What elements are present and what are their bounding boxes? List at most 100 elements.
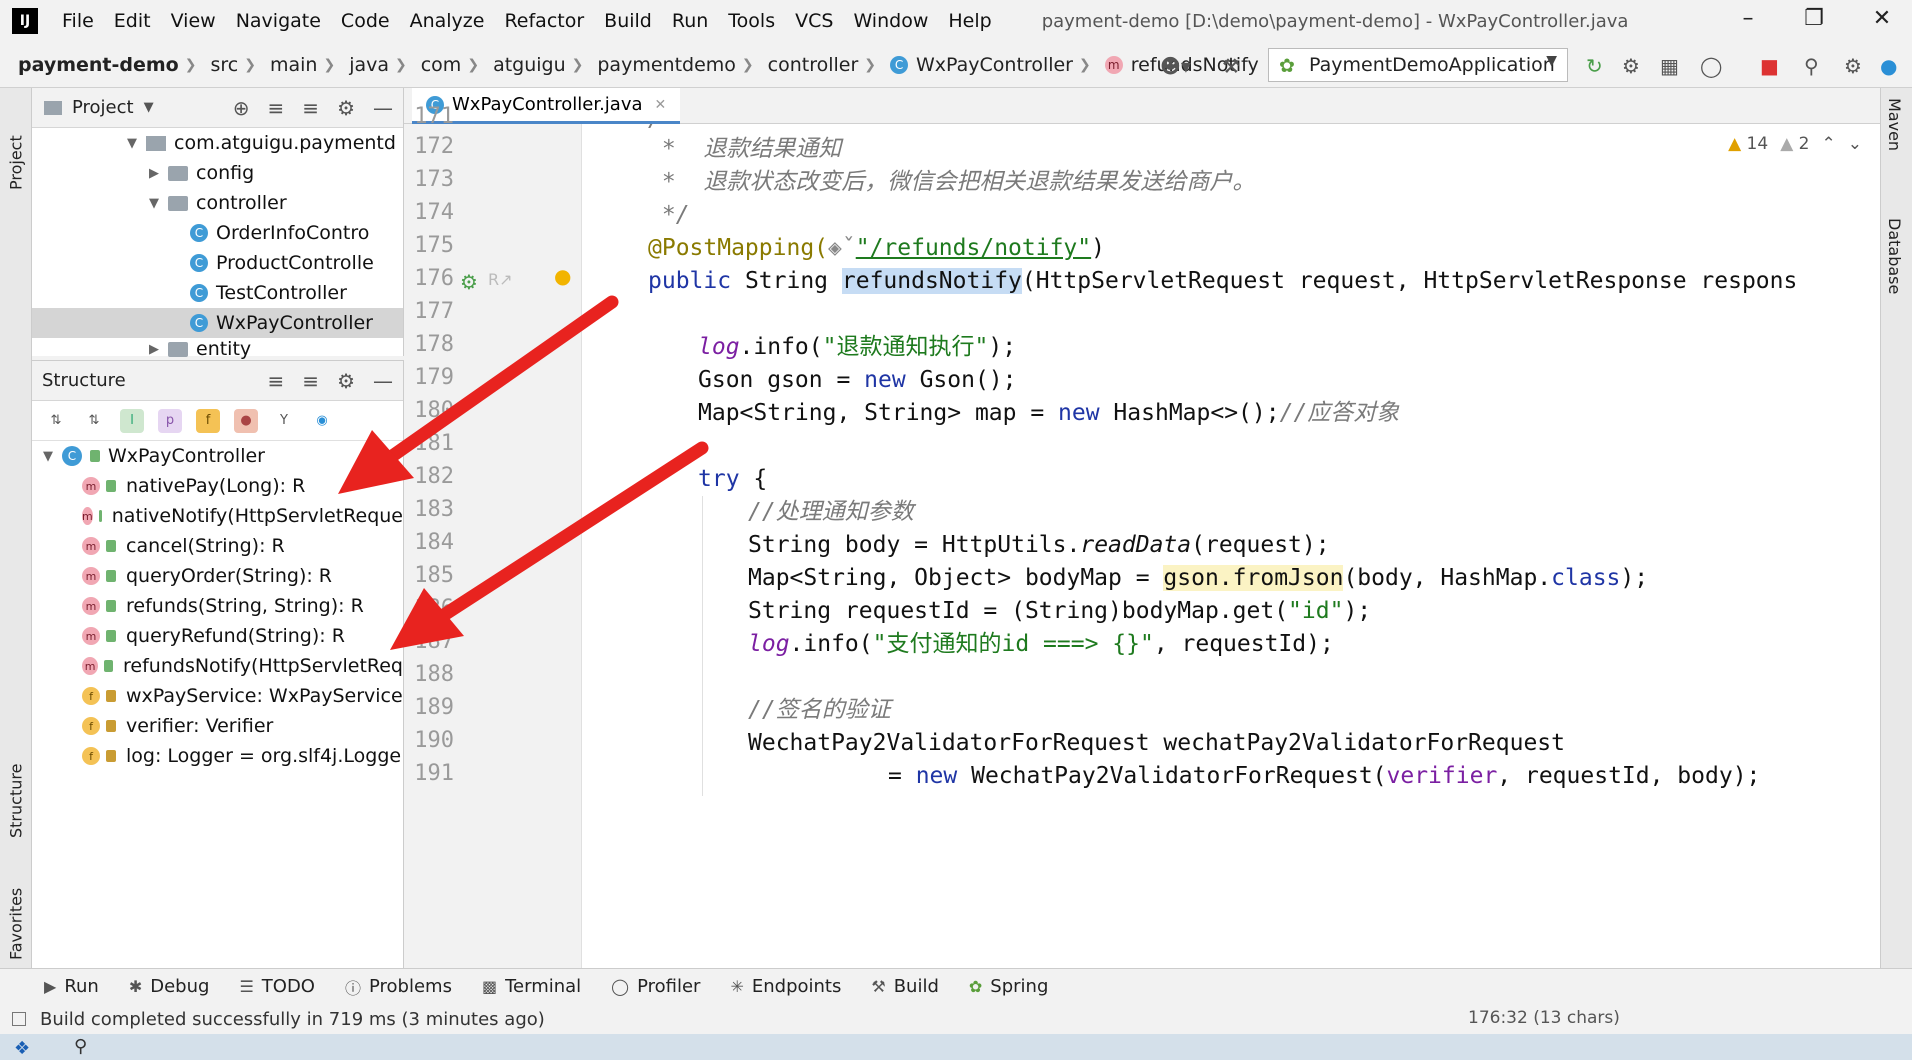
- run-configuration-select[interactable]: ✿ PaymentDemoApplication ▼: [1268, 48, 1568, 82]
- sort-by-visibility-icon[interactable]: ⇅: [44, 409, 68, 433]
- chevron-down-icon[interactable]: ▼: [144, 100, 154, 115]
- inspection-widget[interactable]: ▲ 14 ▲ 2 ⌃ ⌄: [1728, 134, 1862, 154]
- intention-bulb-icon[interactable]: ●: [554, 264, 571, 288]
- structure-root[interactable]: ▼ C WxPayController: [32, 441, 403, 471]
- settings-icon[interactable]: ⚙: [1844, 54, 1862, 78]
- menu-refactor[interactable]: Refactor: [494, 10, 594, 32]
- maven-tool-tab[interactable]: Maven: [1885, 98, 1904, 151]
- collapse-all-icon[interactable]: ≡: [302, 96, 319, 120]
- caret-position[interactable]: 176:32 (13 chars): [1468, 1008, 1620, 1028]
- menu-code[interactable]: Code: [331, 10, 400, 32]
- expand-all-icon[interactable]: ≡: [268, 96, 285, 120]
- previous-highlight-icon[interactable]: ⌃: [1822, 134, 1836, 154]
- menu-tools[interactable]: Tools: [718, 10, 785, 32]
- search-icon[interactable]: ⚲: [1804, 54, 1819, 78]
- search-icon[interactable]: ⚲: [74, 1036, 87, 1057]
- structure-member[interactable]: m refundsNotify(HttpServletReq: [32, 651, 403, 681]
- breadcrumb-java[interactable]: java ❯: [339, 54, 411, 76]
- structure-member[interactable]: m cancel(String): R: [32, 531, 403, 561]
- locate-icon[interactable]: ⊕: [233, 96, 250, 120]
- warnings-count[interactable]: ▲ 14: [1728, 134, 1768, 154]
- endpoints-tool-button[interactable]: ✳ Endpoints: [730, 976, 841, 997]
- breadcrumb-src[interactable]: src ❯: [200, 54, 259, 76]
- build-tool-button[interactable]: ⚒ Build: [871, 976, 939, 997]
- menu-file[interactable]: File: [52, 10, 104, 32]
- tree-item-orderinfo-controller[interactable]: C OrderInfoContro: [32, 218, 403, 248]
- minimize-icon[interactable]: –: [1728, 6, 1768, 31]
- close-window-icon[interactable]: ✕: [1862, 6, 1902, 31]
- tree-item-test-controller[interactable]: C TestController: [32, 278, 403, 308]
- show-lambdas-icon[interactable]: Y: [272, 409, 296, 433]
- globe-icon[interactable]: ◈ˇ: [828, 235, 856, 261]
- menu-run[interactable]: Run: [662, 10, 718, 32]
- structure-member[interactable]: f wxPayService: WxPayService: [32, 681, 403, 711]
- structure-member[interactable]: m queryRefund(String): R: [32, 621, 403, 651]
- run-tool-button[interactable]: ▶ Run: [44, 976, 99, 997]
- structure-member[interactable]: f log: Logger = org.slf4j.Logge: [32, 741, 403, 771]
- menu-help[interactable]: Help: [938, 10, 1001, 32]
- todo-tool-button[interactable]: ☰ TODO: [239, 976, 315, 997]
- show-inherited-icon[interactable]: I: [120, 408, 144, 433]
- menu-analyze[interactable]: Analyze: [400, 10, 495, 32]
- database-tool-tab[interactable]: Database: [1885, 218, 1904, 294]
- structure-member[interactable]: m queryOrder(String): R: [32, 561, 403, 591]
- menu-window[interactable]: Window: [843, 10, 938, 32]
- hide-icon[interactable]: —: [373, 96, 393, 120]
- breadcrumb-controller[interactable]: controller ❯: [758, 54, 880, 76]
- profiler-tool-button[interactable]: ◯ Profiler: [611, 976, 700, 997]
- project-panel-title[interactable]: Project: [72, 97, 134, 118]
- windows-start-icon[interactable]: ❖: [14, 1038, 30, 1059]
- request-mapping-gutter-icon[interactable]: R↗: [488, 270, 513, 289]
- hammer-icon[interactable]: ⚒: [1222, 54, 1240, 78]
- menu-view[interactable]: View: [161, 10, 226, 32]
- show-anonymous-icon[interactable]: ◉: [310, 409, 334, 433]
- structure-member[interactable]: m nativePay(Long): R: [32, 471, 403, 501]
- structure-tool-tab[interactable]: Structure: [2, 728, 30, 838]
- problems-tool-button[interactable]: ⓘ Problems: [345, 975, 452, 999]
- tree-item-package[interactable]: ▼ com.atguigu.paymentd: [32, 128, 403, 158]
- tree-item-config[interactable]: ▶ config: [32, 158, 403, 188]
- code-url[interactable]: "/refunds/notify": [856, 235, 1091, 261]
- menu-vcs[interactable]: VCS: [785, 10, 843, 32]
- tree-item-product-controller[interactable]: C ProductControlle: [32, 248, 403, 278]
- menu-edit[interactable]: Edit: [104, 10, 161, 32]
- update-icon[interactable]: ●: [1880, 54, 1897, 78]
- favorites-tool-tab[interactable]: Favorites: [2, 860, 30, 960]
- breadcrumb-project[interactable]: payment-demo ❯: [0, 54, 200, 76]
- breadcrumb-paymentdemo[interactable]: paymentdemo ❯: [587, 54, 757, 76]
- structure-member[interactable]: f verifier: Verifier: [32, 711, 403, 741]
- breadcrumb-class[interactable]: C WxPayController ❯: [880, 54, 1095, 76]
- hide-icon[interactable]: —: [373, 369, 393, 393]
- debug-icon[interactable]: ⚙: [1622, 54, 1640, 78]
- breadcrumb-atguigu[interactable]: atguigu ❯: [483, 54, 587, 76]
- stop-icon[interactable]: ■: [1760, 54, 1779, 78]
- code-editor[interactable]: /** * 退款结果通知 * 退款状态改变后，微信会把相关退款结果发送给商户。 …: [582, 124, 1880, 968]
- next-highlight-icon[interactable]: ⌄: [1848, 134, 1862, 154]
- tree-item-wxpay-controller[interactable]: C WxPayController: [32, 308, 403, 338]
- toggle-tool-windows-icon[interactable]: [12, 1012, 26, 1026]
- endpoint-gutter-icon[interactable]: ⚙: [460, 270, 478, 294]
- structure-member[interactable]: m nativeNotify(HttpServletReque: [32, 501, 403, 531]
- breadcrumb-main[interactable]: main ❯: [260, 54, 339, 76]
- close-icon[interactable]: ✕: [655, 97, 667, 113]
- restore-icon[interactable]: ❐: [1794, 6, 1834, 31]
- weak-warnings-count[interactable]: ▲ 2: [1780, 134, 1809, 154]
- spring-tool-button[interactable]: ✿ Spring: [969, 976, 1049, 997]
- sort-alphabetically-icon[interactable]: ⇅: [82, 409, 106, 433]
- show-properties-icon[interactable]: p: [158, 408, 182, 433]
- menu-build[interactable]: Build: [594, 10, 662, 32]
- terminal-tool-button[interactable]: ▩ Terminal: [482, 976, 581, 997]
- debug-tool-button[interactable]: ✱ Debug: [129, 976, 210, 997]
- project-tool-tab[interactable]: Project: [2, 100, 30, 190]
- expand-all-icon[interactable]: ≡: [268, 369, 285, 393]
- user-icon[interactable]: ☻▾: [1160, 54, 1191, 78]
- coverage-icon[interactable]: ▦: [1660, 54, 1679, 78]
- breadcrumb-com[interactable]: com ❯: [411, 54, 483, 76]
- tree-item-controller[interactable]: ▼ controller: [32, 188, 403, 218]
- profiler-icon[interactable]: ◯: [1700, 54, 1722, 78]
- rerun-icon[interactable]: ↻: [1586, 54, 1603, 78]
- collapse-all-icon[interactable]: ≡: [302, 369, 319, 393]
- structure-member[interactable]: m refunds(String, String): R: [32, 591, 403, 621]
- show-fields-icon[interactable]: f: [196, 408, 220, 433]
- tree-item-entity[interactable]: ▶ entity: [32, 338, 403, 360]
